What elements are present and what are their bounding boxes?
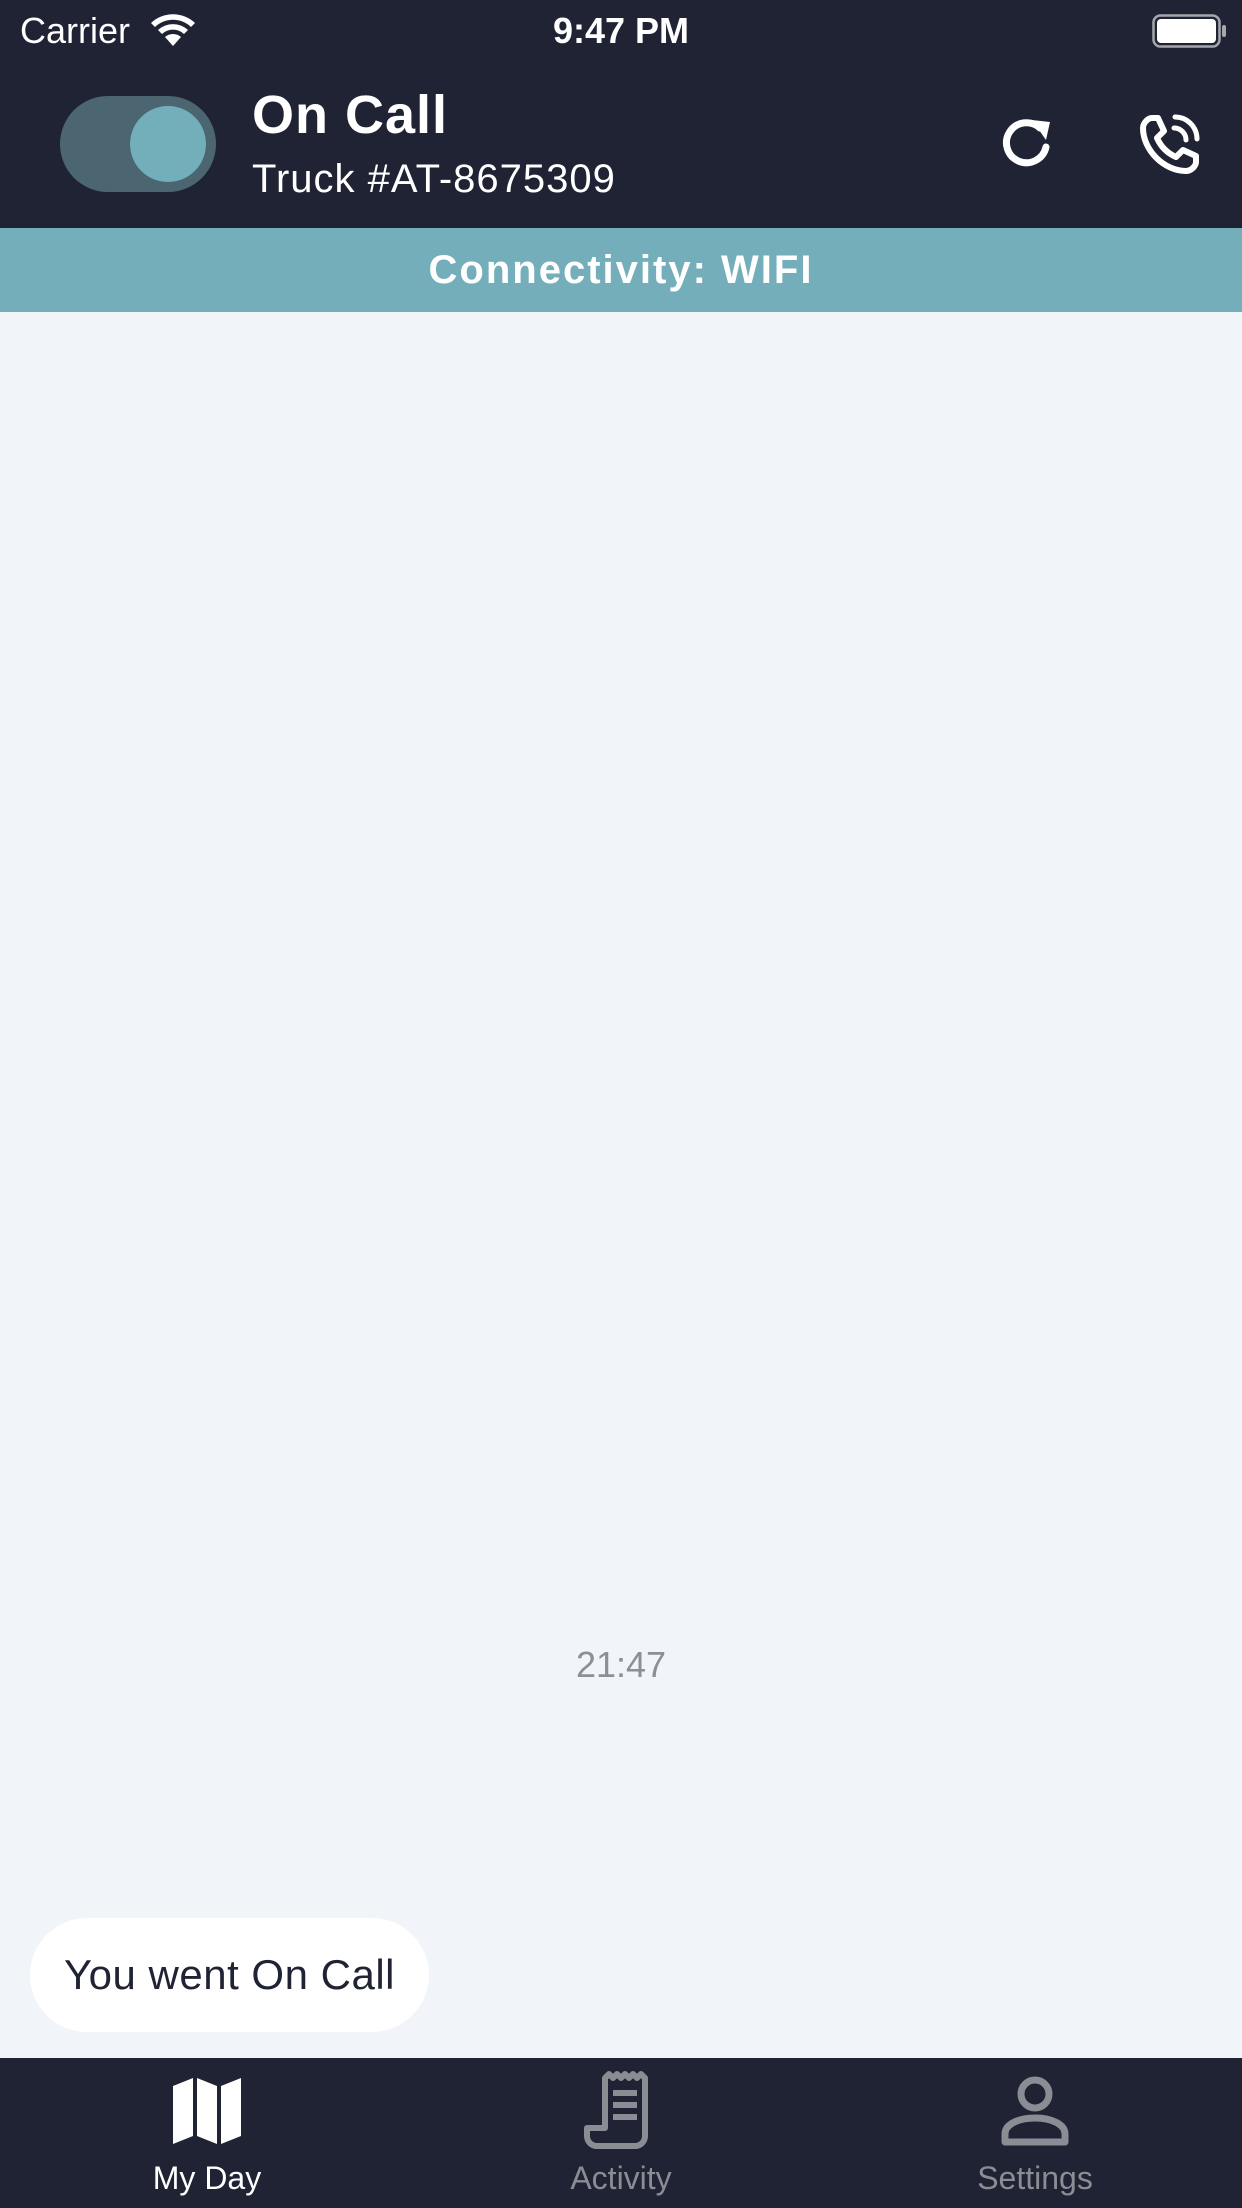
feed-timestamp: 21:47 [575,1644,667,1685]
refresh-icon[interactable] [996,114,1056,174]
battery-icon [1152,14,1226,48]
toggle-knob [130,106,206,182]
message-bubble: You went On Call [30,1918,429,2032]
on-call-toggle[interactable] [60,96,216,192]
tab-activity[interactable]: Activity [414,2058,828,2208]
connectivity-banner: Connectivity: WIFI [0,228,1242,312]
receipt-icon [584,2071,648,2149]
header-subtitle: Truck #AT-8675309 [252,157,616,201]
status-bar: Carrier 9:47 PM [0,0,1242,62]
top-bar: Carrier 9:47 PM On Call Truck #AT-867530… [0,0,1242,228]
app-header: On Call Truck #AT-8675309 [0,62,1242,228]
tab-my-day[interactable]: My Day [0,2058,414,2208]
tab-label: My Day [152,2160,262,2196]
header-title: On Call [252,85,449,145]
tab-bar: My Day Activity Settings [0,2058,1242,2208]
tab-settings[interactable]: Settings [828,2058,1242,2208]
tab-label: Activity [570,2160,672,2196]
tab-label: Settings [977,2160,1093,2196]
map-icon [173,2078,241,2144]
status-time: 9:47 PM [552,10,690,51]
person-icon [1001,2076,1069,2146]
phone-icon[interactable] [1138,112,1202,176]
